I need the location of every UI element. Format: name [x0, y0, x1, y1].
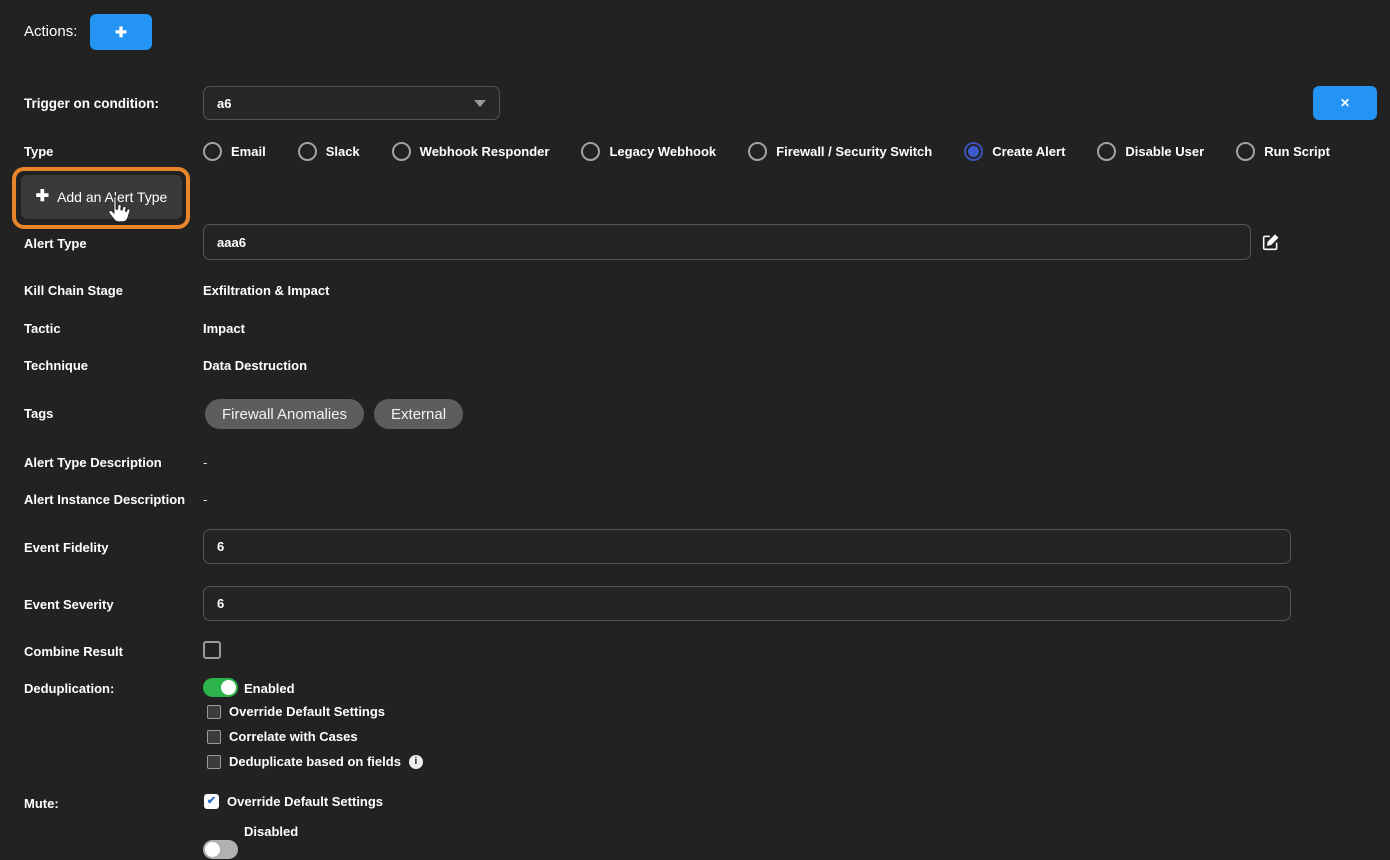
alert-type-label: Alert Type	[24, 236, 87, 251]
deduplication-checkbox-list: Override Default Settings Correlate with …	[207, 704, 423, 769]
combine-result-label: Combine Result	[24, 644, 123, 659]
event-fidelity-input[interactable]	[203, 529, 1291, 564]
checkbox-label: Override Default Settings	[229, 704, 385, 719]
deduplication-toggle[interactable]	[203, 678, 238, 697]
checkbox-icon	[207, 705, 221, 719]
radio-circle-icon	[1097, 142, 1116, 161]
alert-type-description-value: -	[203, 455, 207, 470]
type-label: Type	[24, 144, 53, 159]
radio-legacy-webhook[interactable]: Legacy Webhook	[581, 142, 716, 161]
checked-checkbox-icon: ✔	[204, 794, 219, 809]
edit-alert-type-button[interactable]	[1262, 233, 1280, 254]
radio-circle-icon	[203, 142, 222, 161]
toggle-knob	[221, 680, 236, 695]
remove-action-button[interactable]: ✕	[1313, 86, 1377, 120]
event-fidelity-label: Event Fidelity	[24, 540, 109, 555]
tactic-label: Tactic	[24, 321, 61, 336]
check-icon: ✔	[207, 796, 216, 807]
technique-label: Technique	[24, 358, 88, 373]
event-severity-label: Event Severity	[24, 597, 114, 612]
tags-label: Tags	[24, 406, 53, 421]
kill-chain-stage-value: Exfiltration & Impact	[203, 283, 329, 298]
plus-icon: ✚	[115, 25, 127, 39]
tags-list: Firewall Anomalies External	[205, 399, 463, 429]
tactic-value: Impact	[203, 321, 245, 336]
radio-circle-icon	[392, 142, 411, 161]
tag-external: External	[374, 399, 463, 429]
actions-label: Actions:	[24, 23, 77, 40]
radio-email[interactable]: Email	[203, 142, 266, 161]
radio-label: Legacy Webhook	[609, 144, 716, 159]
caret-down-icon	[474, 100, 486, 107]
radio-label: Slack	[326, 144, 360, 159]
radio-circle-icon	[298, 142, 317, 161]
tag-firewall-anomalies: Firewall Anomalies	[205, 399, 364, 429]
radio-disable-user[interactable]: Disable User	[1097, 142, 1204, 161]
checkbox-icon	[207, 730, 221, 744]
mute-override-checkbox-label: Override Default Settings	[227, 794, 383, 809]
add-alert-type-highlight: ✚ Add an Alert Type	[12, 167, 190, 229]
radio-circle-icon	[581, 142, 600, 161]
radio-label: Create Alert	[992, 144, 1065, 159]
radio-firewall-security-switch[interactable]: Firewall / Security Switch	[748, 142, 932, 161]
radio-create-alert[interactable]: Create Alert	[964, 142, 1065, 161]
checkbox-label: Deduplicate based on fields	[229, 754, 401, 769]
alert-instance-description-label: Alert Instance Description	[24, 492, 185, 507]
event-severity-input[interactable]	[203, 586, 1291, 621]
radio-circle-icon	[748, 142, 767, 161]
add-alert-type-button[interactable]: ✚ Add an Alert Type	[21, 175, 182, 219]
radio-slack[interactable]: Slack	[298, 142, 360, 161]
trigger-condition-label: Trigger on condition:	[24, 96, 159, 111]
checkbox-override-default-settings[interactable]: Override Default Settings	[207, 704, 423, 719]
plus-icon: ✚	[36, 189, 49, 205]
combine-result-checkbox[interactable]	[203, 641, 221, 659]
trigger-condition-select[interactable]: a6	[203, 86, 500, 120]
radio-label: Firewall / Security Switch	[776, 144, 932, 159]
mute-label: Mute:	[24, 796, 59, 811]
mute-override-checkbox[interactable]: ✔ Override Default Settings	[204, 794, 383, 809]
radio-circle-icon	[964, 142, 983, 161]
radio-label: Webhook Responder	[420, 144, 550, 159]
checkbox-label: Correlate with Cases	[229, 729, 358, 744]
technique-value: Data Destruction	[203, 358, 307, 373]
type-radio-group: Email Slack Webhook Responder Legacy Webhoo…	[203, 140, 1330, 162]
radio-run-script[interactable]: Run Script	[1236, 142, 1330, 161]
radio-webhook-responder[interactable]: Webhook Responder	[392, 142, 550, 161]
add-action-button[interactable]: ✚	[90, 14, 152, 50]
checkbox-correlate-with-cases[interactable]: Correlate with Cases	[207, 729, 423, 744]
alert-instance-description-value: -	[203, 492, 207, 507]
radio-label: Run Script	[1264, 144, 1330, 159]
checkbox-icon	[207, 755, 221, 769]
deduplication-toggle-label: Enabled	[244, 681, 295, 696]
checkbox-deduplicate-based-on-fields[interactable]: Deduplicate based on fields i	[207, 754, 423, 769]
alert-type-input[interactable]	[203, 224, 1251, 260]
mute-toggle-label: Disabled	[244, 824, 298, 839]
radio-label: Email	[231, 144, 266, 159]
hand-cursor-icon	[104, 194, 132, 226]
kill-chain-stage-label: Kill Chain Stage	[24, 283, 123, 298]
alert-type-description-label: Alert Type Description	[24, 455, 162, 470]
trigger-condition-value: a6	[217, 96, 231, 111]
deduplication-label: Deduplication:	[24, 681, 114, 696]
mute-toggle[interactable]	[203, 840, 238, 859]
toggle-knob	[205, 842, 220, 857]
radio-label: Disable User	[1125, 144, 1204, 159]
close-icon: ✕	[1340, 97, 1350, 109]
radio-circle-icon	[1236, 142, 1255, 161]
info-icon[interactable]: i	[409, 755, 423, 769]
edit-icon	[1262, 233, 1280, 251]
alert-action-config-panel: Actions: ✚ Trigger on condition: a6 ✕ Ty…	[0, 0, 1390, 860]
